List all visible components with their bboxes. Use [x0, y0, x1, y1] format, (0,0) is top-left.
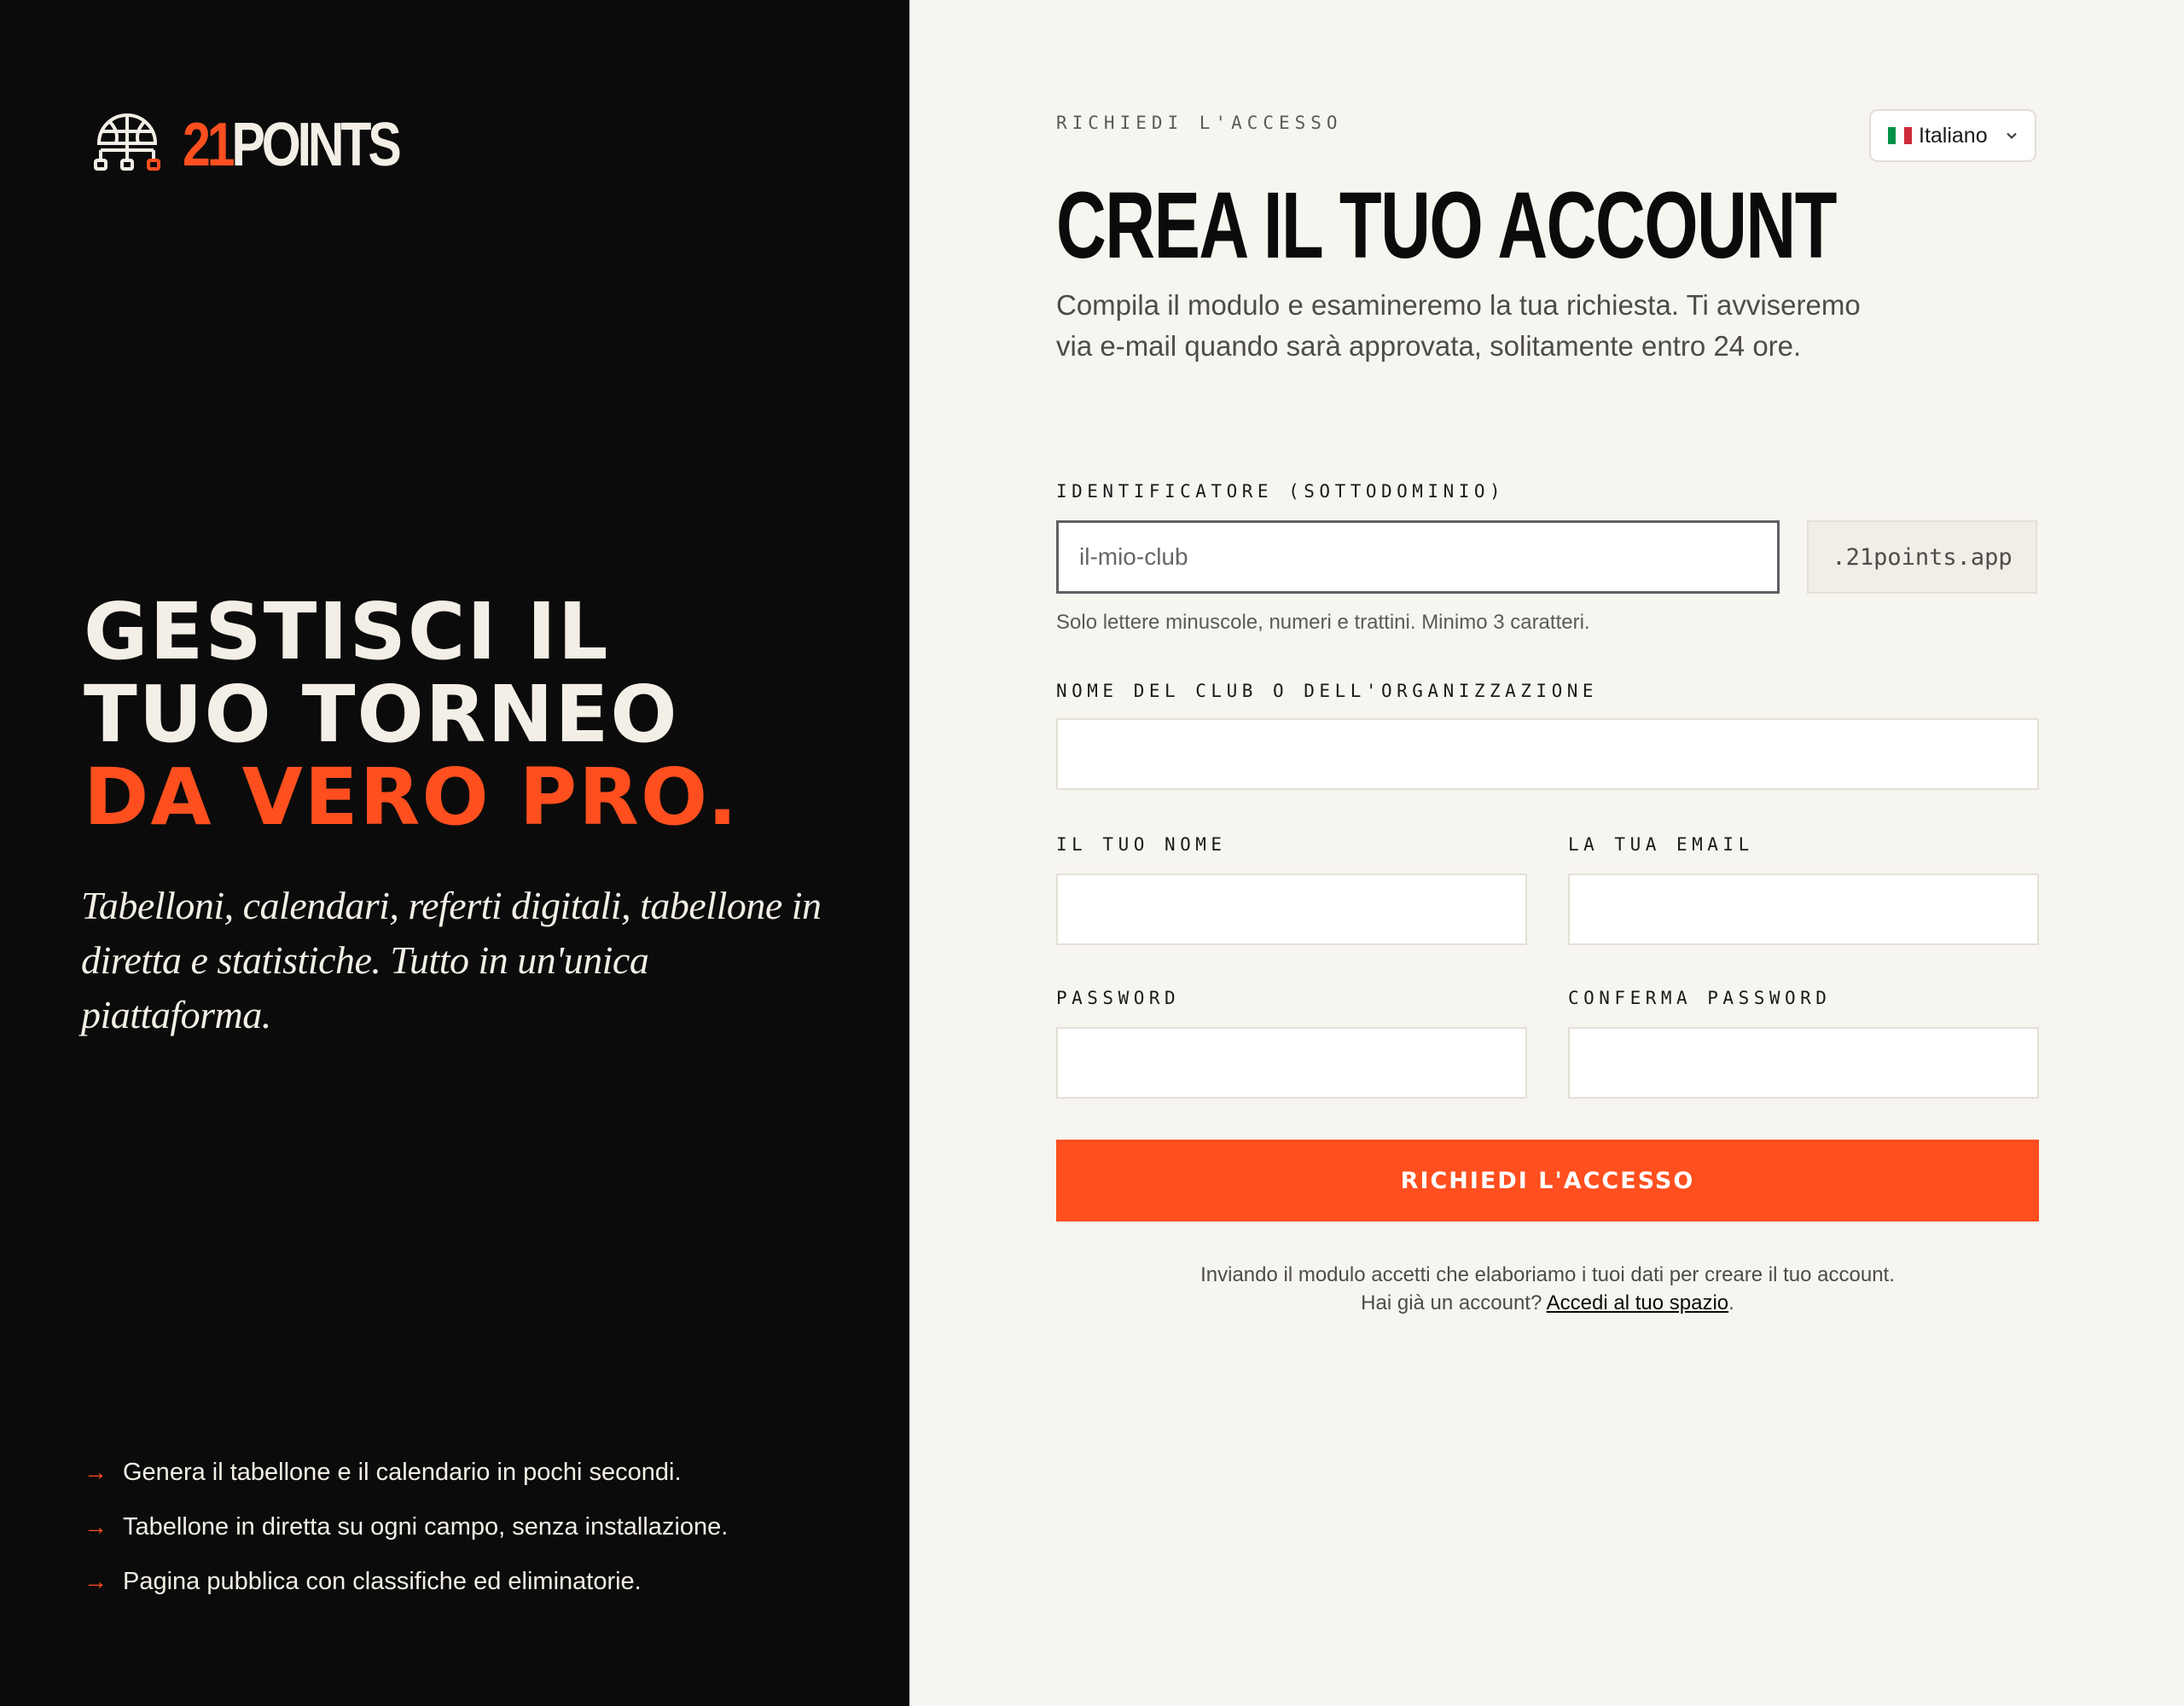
hero-headline: GESTISCI IL TUO TORNEO DA VERO PRO. — [84, 590, 834, 838]
list-item: → Genera il tabellone e il calendario in … — [84, 1445, 728, 1500]
feature-text: Pagina pubblica con classifiche ed elimi… — [123, 1567, 642, 1595]
hero-line-1: GESTISCI IL — [84, 586, 610, 677]
hero-line-3: DA VERO PRO. — [84, 751, 740, 843]
eyebrow-label: RICHIEDI L'ACCESSO — [1056, 113, 1343, 133]
email-field[interactable] — [1568, 873, 2039, 945]
request-access-button[interactable]: RICHIEDI L'ACCESSO — [1056, 1140, 2039, 1221]
language-label: Italiano — [1919, 123, 1988, 148]
arrow-right-icon: → — [84, 1513, 107, 1540]
arrow-right-icon: → — [84, 1459, 107, 1485]
email-label: LA TUA EMAIL — [1568, 834, 1754, 855]
brand-panel: 21POINTS GESTISCI IL TUO TORNEO DA VERO … — [0, 0, 909, 1706]
signup-panel: RICHIEDI L'ACCESSO Italiano CREA IL TUO … — [909, 0, 2184, 1706]
logo-number: 21 — [183, 111, 235, 179]
subdomain-hint: Solo lettere minuscole, numeri e trattin… — [1056, 611, 1590, 634]
list-item: → Pagina pubblica con classifiche ed elim… — [84, 1554, 728, 1609]
italy-flag-icon — [1888, 127, 1912, 144]
logo-wordmark: 21POINTS — [183, 111, 402, 179]
confirm-password-field[interactable] — [1568, 1027, 2039, 1099]
subdomain-input[interactable] — [1056, 520, 1780, 594]
arrow-right-icon: → — [84, 1568, 107, 1594]
list-item: → Tabellone in diretta su ogni campo, sen… — [84, 1500, 728, 1554]
hero-tagline: Tabelloni, calendari, referti digitali, … — [81, 884, 822, 1036]
legal-suffix: . — [1728, 1291, 1734, 1314]
page-title: CREA IL TUO ACCOUNT — [1056, 173, 1837, 278]
feature-text: Tabellone in diretta su ogni campo, senz… — [123, 1512, 729, 1541]
club-label: NOME DEL CLUB O DELL'ORGANIZZAZIONE — [1056, 681, 1599, 701]
subdomain-label: IDENTIFICATORE (SOTTODOMINIO) — [1056, 481, 1506, 502]
feature-list: → Genera il tabellone e il calendario in … — [84, 1445, 728, 1609]
login-link[interactable]: Accedi al tuo spazio — [1547, 1291, 1728, 1314]
name-field[interactable] — [1056, 873, 1527, 945]
chevron-down-icon — [2007, 132, 2017, 139]
feature-text: Genera il tabellone e il calendario in p… — [123, 1458, 682, 1486]
legal-line-2: Hai già un account? Accedi al tuo spazio… — [1056, 1289, 2039, 1317]
confirm-password-label: CONFERMA PASSWORD — [1568, 988, 1832, 1008]
password-field[interactable] — [1056, 1027, 1527, 1099]
logo[interactable]: 21POINTS — [90, 111, 445, 179]
logo-word: POINTS — [231, 111, 401, 179]
legal-note: Inviando il modulo accetti che elaboriam… — [1056, 1261, 2039, 1317]
password-label: PASSWORD — [1056, 988, 1181, 1008]
basketball-bracket-icon — [94, 113, 160, 171]
legal-prefix: Hai già un account? — [1361, 1291, 1542, 1314]
subdomain-suffix: .21points.app — [1807, 520, 2037, 594]
hero-line-2: TUO TORNEO — [84, 669, 679, 760]
name-label: IL TUO NOME — [1056, 834, 1227, 855]
legal-line-1: Inviando il modulo accetti che elaboriam… — [1200, 1263, 1895, 1286]
form-description: Compila il modulo e esamineremo la tua r… — [1056, 289, 1861, 362]
language-selector[interactable]: Italiano — [1869, 109, 2036, 162]
club-name-field[interactable] — [1056, 718, 2039, 790]
